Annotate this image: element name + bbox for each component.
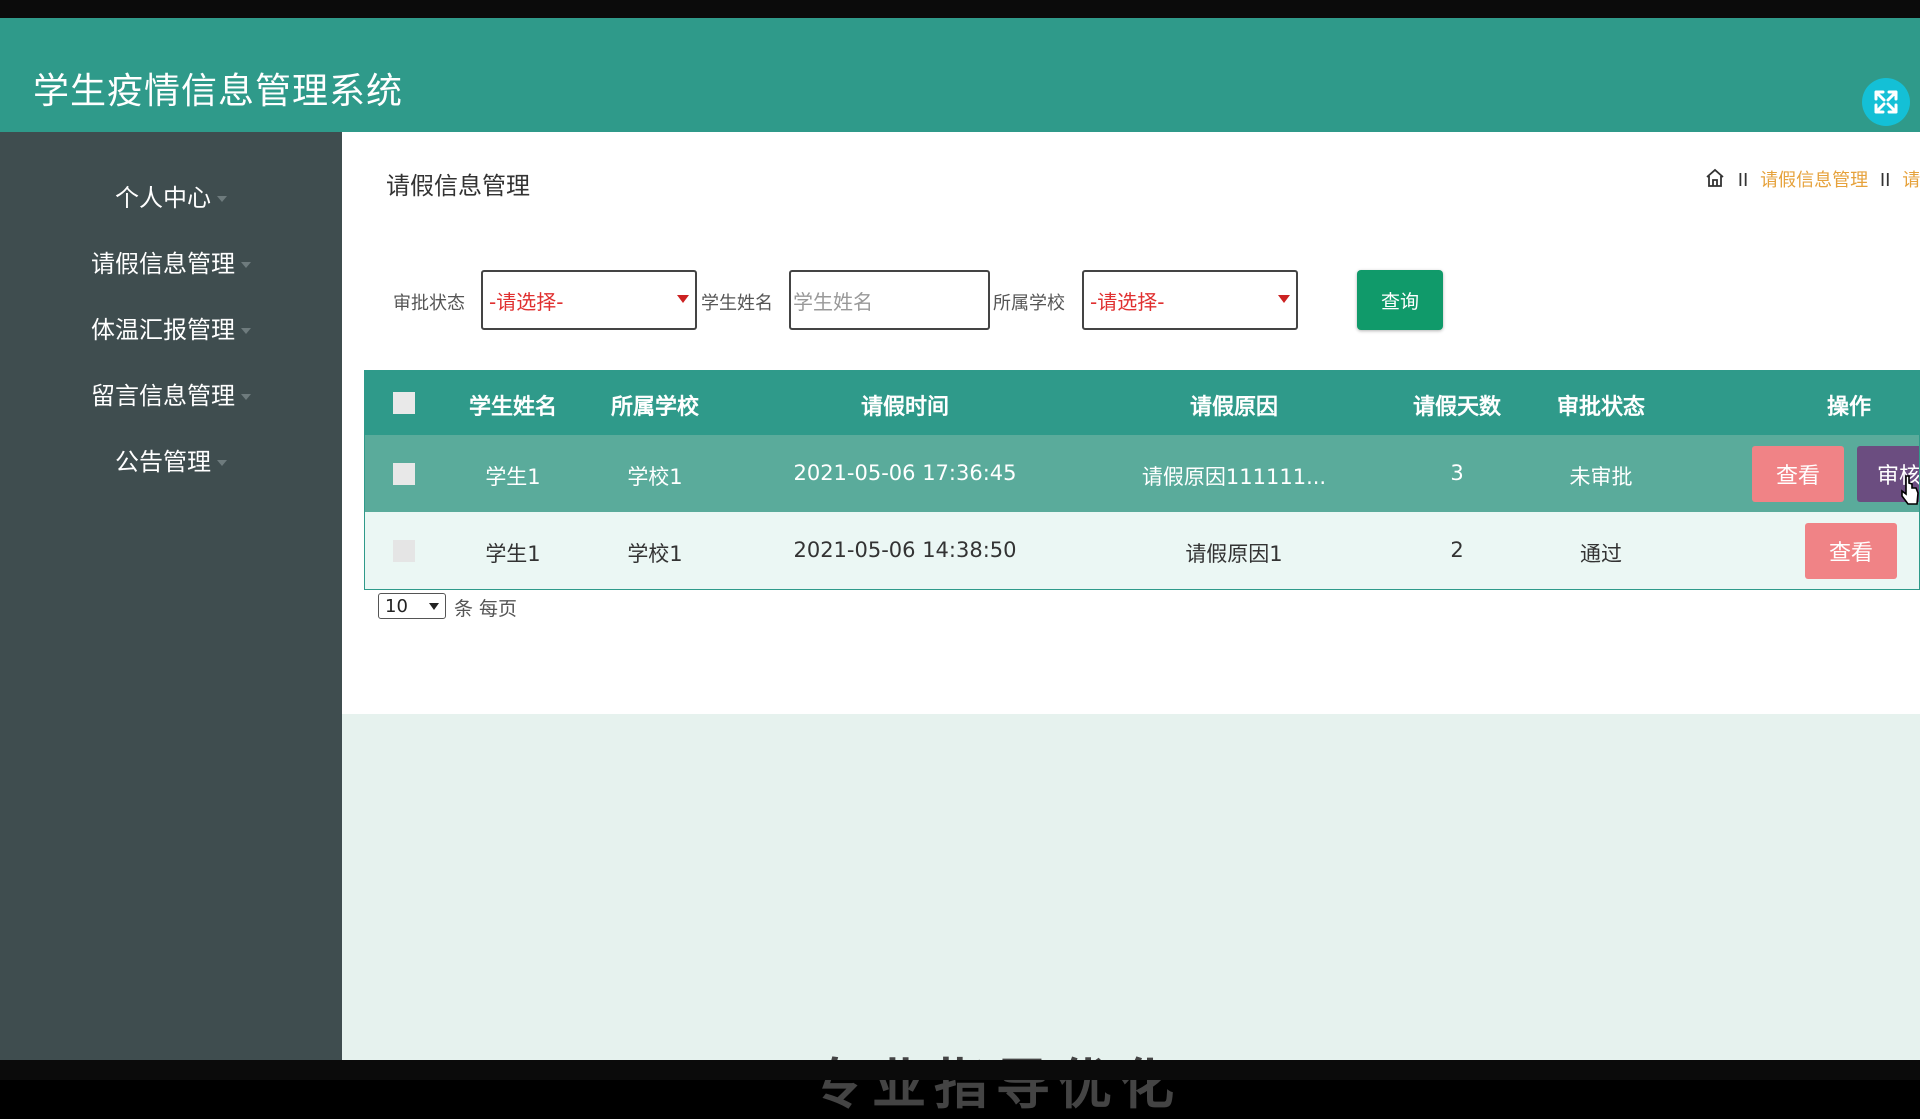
- cell-leave-time: 2021-05-06 17:36:45: [793, 461, 1017, 485]
- row-checkbox[interactable]: [393, 463, 415, 485]
- student-name-placeholder: 学生姓名: [793, 289, 873, 314]
- sidebar-item-label: 公告管理: [115, 448, 211, 476]
- caret-down-icon: [241, 262, 251, 268]
- breadcrumb-item[interactable]: 请假信息管理: [1760, 170, 1868, 191]
- page-size-value: 10: [385, 595, 408, 617]
- name-filter-label: 学生姓名: [701, 293, 773, 314]
- header-leave-reason[interactable]: 请假原因: [1190, 389, 1278, 421]
- cell-leave-reason: 请假原因111111...: [1141, 465, 1327, 489]
- header-leave-time[interactable]: 请假时间: [861, 389, 949, 421]
- cell-leave-days: 3: [1450, 461, 1464, 485]
- select-all-checkbox[interactable]: [393, 392, 415, 414]
- cell-leave-time: 2021-05-06 14:38:50: [793, 538, 1017, 562]
- school-filter-label: 所属学校: [993, 293, 1065, 314]
- caret-down-icon: [241, 328, 251, 334]
- school-select[interactable]: -请选择-: [1082, 270, 1298, 330]
- cell-approval-status: 通过: [1580, 542, 1622, 566]
- cell-leave-reason: 请假原因1: [1185, 542, 1283, 566]
- header-actions: 操作: [1826, 395, 1872, 420]
- header-leave-days[interactable]: 请假天数: [1413, 389, 1501, 421]
- chevron-down-icon: [429, 603, 439, 610]
- breadcrumb-item[interactable]: 请假: [1902, 170, 1920, 191]
- sidebar: 个人中心 请假信息管理 体温汇报管理 留言信息管理 公告管理: [0, 132, 342, 1060]
- caret-down-icon: [217, 460, 227, 466]
- page-size-select[interactable]: 10: [378, 593, 446, 619]
- cell-leave-days: 2: [1450, 538, 1464, 562]
- table-header: 学生姓名 所属学校 请假时间 请假原因 请假天数 审批状态 操作: [365, 371, 1919, 435]
- home-icon[interactable]: [1704, 167, 1726, 189]
- expand-icon: [1874, 90, 1898, 114]
- cell-school: 学校1: [627, 465, 683, 489]
- page-title: 请假信息管理: [386, 172, 530, 200]
- cell-student-name: 学生1: [485, 542, 541, 566]
- sidebar-item-label: 请假信息管理: [91, 250, 235, 278]
- status-select[interactable]: -请选择-: [481, 270, 697, 330]
- view-button[interactable]: 查看: [1752, 446, 1844, 502]
- sidebar-item-message-management[interactable]: 留言信息管理: [0, 376, 342, 411]
- header-student-name[interactable]: 学生姓名: [469, 389, 557, 421]
- cell-approval-status: 未审批: [1569, 465, 1633, 489]
- table-row: 学生1 学校1 2021-05-06 14:38:50 请假原因1 2 通过 查…: [365, 512, 1919, 589]
- content-lower-area: [342, 714, 1920, 1060]
- screen-bottom-border: [0, 1060, 1920, 1080]
- caret-down-icon: [241, 394, 251, 400]
- sidebar-item-leave-management[interactable]: 请假信息管理: [0, 244, 342, 279]
- sidebar-item-personal-center[interactable]: 个人中心: [0, 178, 342, 213]
- view-button[interactable]: 查看: [1805, 523, 1897, 579]
- sidebar-item-temperature-management[interactable]: 体温汇报管理: [0, 310, 342, 345]
- screen-top-border: [0, 0, 1920, 18]
- mouse-pointer-icon: [1901, 475, 1919, 505]
- sidebar-item-label: 个人中心: [115, 184, 211, 212]
- leave-table: 学生姓名 所属学校 请假时间 请假原因 请假天数 审批状态 操作 学生1 学校1…: [364, 370, 1920, 590]
- sidebar-item-announcement-management[interactable]: 公告管理: [0, 442, 342, 477]
- status-filter-label: 审批状态: [393, 293, 465, 314]
- header-approval-status[interactable]: 审批状态: [1557, 389, 1645, 421]
- cell-student-name: 学生1: [485, 465, 541, 489]
- breadcrumb-separator: II: [1737, 170, 1749, 191]
- per-page-label: 条 每页: [454, 598, 518, 620]
- table-row: 学生1 学校1 2021-05-06 17:36:45 请假原因111111..…: [365, 435, 1919, 512]
- breadcrumb: II 请假信息管理 II 请假: [1704, 166, 1920, 192]
- row-checkbox[interactable]: [393, 540, 415, 562]
- sidebar-item-label: 留言信息管理: [91, 382, 235, 410]
- query-button[interactable]: 查询: [1357, 270, 1443, 330]
- caret-down-icon: [217, 196, 227, 202]
- status-select-value: -请选择-: [489, 289, 564, 314]
- fullscreen-button[interactable]: [1862, 78, 1910, 126]
- header-school[interactable]: 所属学校: [611, 389, 699, 421]
- school-select-value: -请选择-: [1090, 289, 1165, 314]
- app-title: 学生疫情信息管理系统: [33, 71, 404, 112]
- breadcrumb-separator: II: [1879, 170, 1891, 191]
- chevron-down-icon: [677, 295, 689, 303]
- chevron-down-icon: [1278, 295, 1290, 303]
- sidebar-item-label: 体温汇报管理: [91, 316, 235, 344]
- app-header: 学生疫情信息管理系统: [0, 18, 1920, 132]
- student-name-input[interactable]: 学生姓名: [789, 270, 990, 330]
- cell-school: 学校1: [627, 542, 683, 566]
